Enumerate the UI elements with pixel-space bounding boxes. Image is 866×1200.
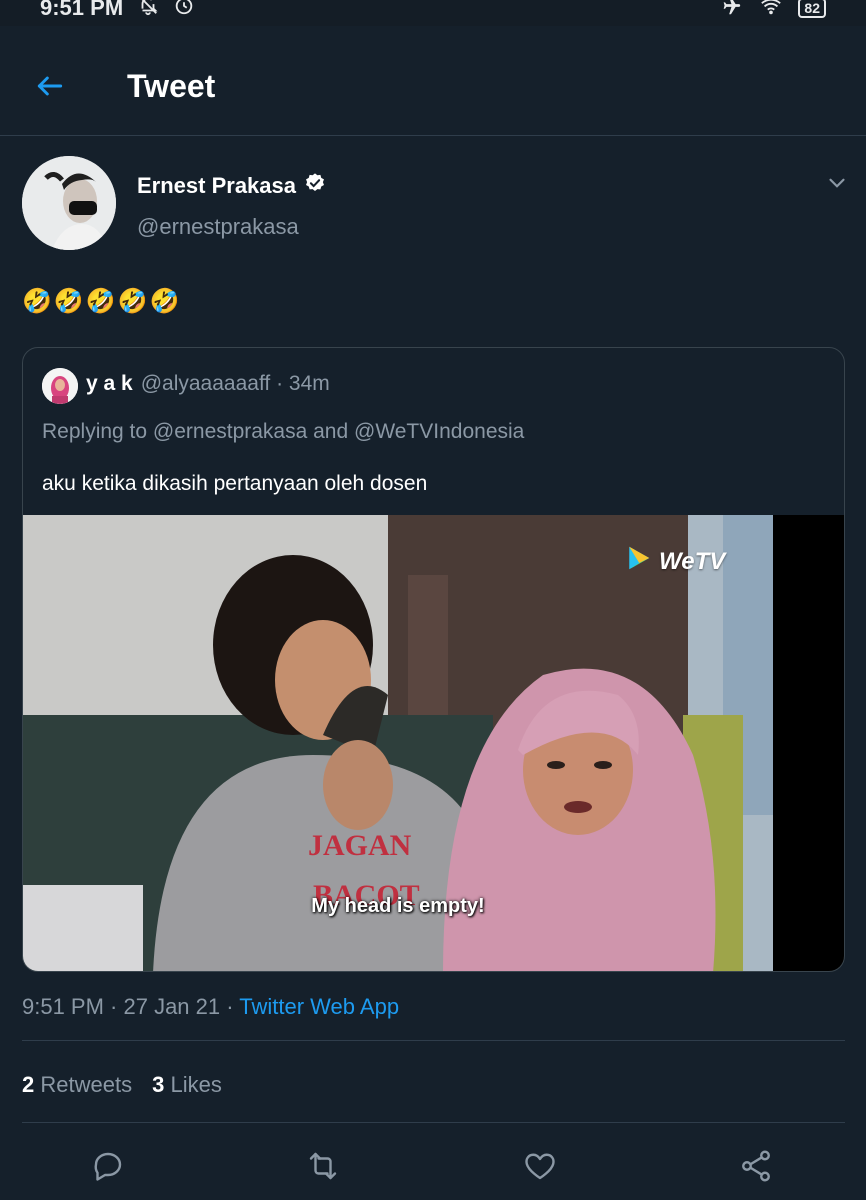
status-time: 9:51 PM xyxy=(40,0,124,20)
divider xyxy=(22,1040,845,1041)
tweet-text: 🤣🤣🤣🤣🤣 xyxy=(22,288,182,315)
verified-badge-icon xyxy=(304,172,326,200)
battery-icon: 82 xyxy=(798,0,826,18)
quoted-handle-time: @alyaaaaaaff · 34m xyxy=(140,372,330,395)
likes-stat[interactable]: 3 Likes xyxy=(152,1072,222,1098)
author-name[interactable]: Ernest Prakasa xyxy=(137,172,326,200)
author-name-text: Ernest Prakasa xyxy=(137,173,296,198)
share-icon[interactable] xyxy=(738,1148,774,1184)
likes-count: 3 xyxy=(152,1072,165,1097)
quoted-tweet-card[interactable]: y a k @alyaaaaaaff · 34m Replying to @er… xyxy=(22,347,845,972)
top-app-bar: Tweet xyxy=(0,38,866,136)
source-app-link[interactable]: Twitter Web App xyxy=(239,994,399,1019)
tweet-timestamp: 9:51 PM · 27 Jan 21 · Twitter Web App xyxy=(22,994,399,1020)
retweet-icon[interactable] xyxy=(305,1148,341,1184)
like-icon[interactable] xyxy=(522,1148,558,1184)
quoted-author-name[interactable]: y a k xyxy=(86,372,133,396)
wetv-watermark: WeTV xyxy=(623,543,725,580)
timestamp-text: 9:51 PM · 27 Jan 21 · xyxy=(22,994,240,1019)
mute-icon xyxy=(137,0,159,22)
alarm-icon xyxy=(173,0,195,22)
retweets-label: Retweets xyxy=(40,1072,133,1097)
arrow-left-icon[interactable] xyxy=(34,70,66,102)
wetv-logo-text: WeTV xyxy=(659,547,726,575)
replying-to: Replying to @ernestprakasa and @WeTVIndo… xyxy=(42,420,525,443)
page-title: Tweet xyxy=(127,68,216,104)
airplane-icon xyxy=(718,0,744,22)
retweets-count: 2 xyxy=(22,1072,35,1097)
quoted-header: y a k @alyaaaaaaff · 34m xyxy=(86,372,330,396)
status-bar: 9:51 PM 82 xyxy=(0,0,866,26)
reply-icon[interactable] xyxy=(90,1148,126,1184)
svg-text:JAGAN: JAGAN xyxy=(308,829,412,862)
author-handle[interactable]: @ernestprakasa xyxy=(137,214,299,240)
likes-label: Likes xyxy=(170,1072,222,1097)
chevron-down-icon[interactable] xyxy=(824,170,850,196)
quoted-tweet-text: aku ketika dikasih pertanyaan oleh dosen xyxy=(42,472,428,495)
quoted-media-image[interactable]: JAGAN BACOT WeTV My head is empty! xyxy=(23,515,844,971)
tweet-stats: 2 Retweets 3 Likes xyxy=(22,1072,222,1098)
video-subtitle: My head is empty! xyxy=(311,895,485,917)
retweets-stat[interactable]: 2 Retweets xyxy=(22,1072,132,1098)
divider xyxy=(22,1122,845,1123)
avatar[interactable] xyxy=(22,156,116,250)
wifi-icon xyxy=(758,0,784,22)
quoted-avatar[interactable] xyxy=(42,368,78,404)
wetv-logo-icon xyxy=(623,543,653,580)
